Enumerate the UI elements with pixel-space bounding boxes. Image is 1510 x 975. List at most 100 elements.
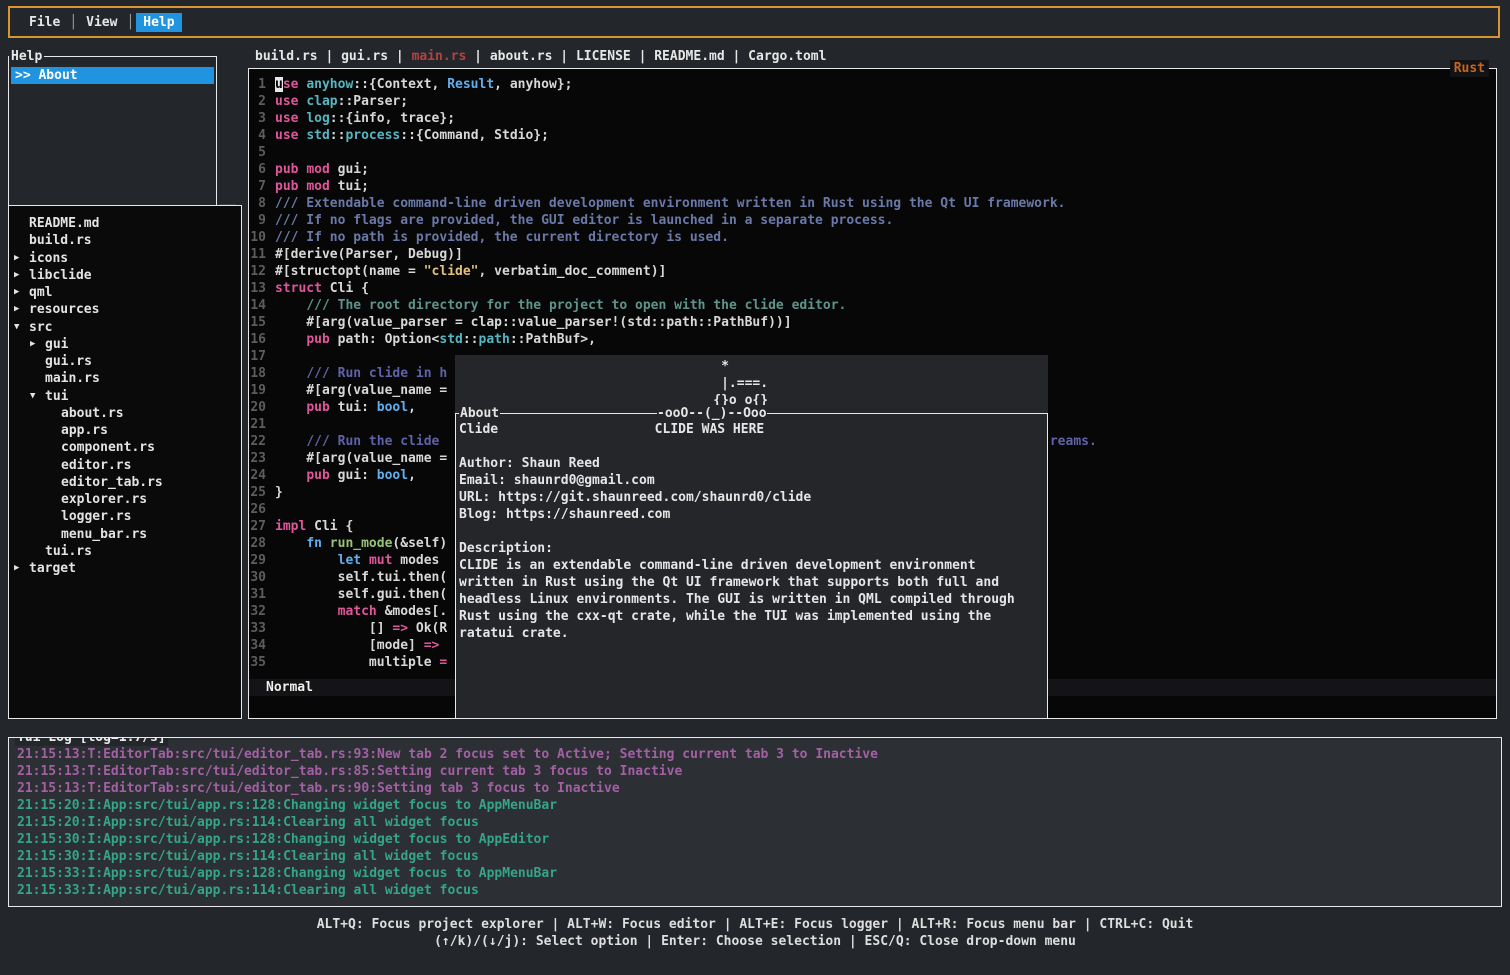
line-number: 27 — [250, 518, 266, 535]
editor-tab-cargo-toml[interactable]: Cargo.toml — [748, 49, 826, 64]
menu-separator: │ — [126, 14, 134, 31]
line-number: 8 — [250, 195, 266, 212]
code-token: /// The root directory for the project t… — [306, 298, 846, 313]
explorer-item-explorer-rs[interactable]: explorer.rs — [9, 491, 241, 508]
code-token: pub — [306, 400, 329, 415]
explorer-item-label: editor.rs — [61, 457, 131, 474]
chevron-collapsed-icon[interactable]: ▶ — [13, 267, 29, 284]
line-number: 30 — [250, 569, 266, 586]
code-token — [275, 468, 306, 483]
code-token — [275, 553, 338, 568]
line-number: 11 — [250, 246, 266, 263]
explorer-item-icons[interactable]: ▶icons — [9, 250, 241, 267]
code-token: => — [392, 621, 408, 636]
code-token: pub — [275, 162, 298, 177]
line-number: 15 — [250, 314, 266, 331]
explorer-item-build-rs[interactable]: build.rs — [9, 232, 241, 249]
line-number: 10 — [250, 229, 266, 246]
explorer-item-gui[interactable]: ▶gui — [9, 336, 241, 353]
line-number: 23 — [250, 450, 266, 467]
log-entry: 21:15:30:I:App:src/tui/app.rs:128:Changi… — [9, 831, 1501, 848]
explorer-item-libclide[interactable]: ▶libclide — [9, 267, 241, 284]
code-token: #[arg(value_parser = clap::value_parser!… — [275, 315, 792, 330]
explorer-item-label: app.rs — [61, 422, 108, 439]
menu-item-file[interactable]: File — [22, 13, 67, 32]
chevron-collapsed-icon[interactable]: ▶ — [13, 301, 29, 318]
explorer-item-about-rs[interactable]: about.rs — [9, 405, 241, 422]
editor-tab-gui-rs[interactable]: gui.rs — [341, 49, 388, 64]
line-number: 29 — [250, 552, 266, 569]
editor-tab-readme-md[interactable]: README.md — [654, 49, 724, 64]
code-line: 5 — [250, 144, 1097, 161]
code-line: 8/// Extendable command-line driven deve… — [250, 195, 1097, 212]
chevron-collapsed-icon[interactable]: ▶ — [13, 250, 29, 267]
menu-item-view[interactable]: View — [79, 13, 124, 32]
explorer-item-src[interactable]: ▼src — [9, 319, 241, 336]
explorer-item-main-rs[interactable]: main.rs — [9, 370, 241, 387]
explorer-item-target[interactable]: ▶target — [9, 560, 241, 577]
explorer-item-component-rs[interactable]: component.rs — [9, 439, 241, 456]
editor-tab-build-rs[interactable]: build.rs — [255, 49, 318, 64]
code-token — [275, 434, 306, 449]
chevron-collapsed-icon[interactable]: ▶ — [13, 560, 29, 577]
chevron-expanded-icon[interactable]: ▼ — [13, 319, 29, 336]
line-number: 14 — [250, 297, 266, 314]
explorer-item-tui[interactable]: ▼tui — [9, 388, 241, 405]
explorer-item-logger-rs[interactable]: logger.rs — [9, 508, 241, 525]
log-entry: 21:15:13:T:EditorTab:src/tui/editor_tab.… — [9, 746, 1501, 763]
explorer-item-label: about.rs — [61, 405, 124, 422]
code-token: use — [275, 94, 298, 109]
log-entry: 21:15:20:I:App:src/tui/app.rs:128:Changi… — [9, 797, 1501, 814]
code-token: Cli { — [306, 519, 353, 534]
code-line: 6pub mod gui; — [250, 161, 1097, 178]
editor-tab-license[interactable]: LICENSE — [576, 49, 631, 64]
explorer-item-app-rs[interactable]: app.rs — [9, 422, 241, 439]
tab-separator: | — [466, 49, 489, 64]
code-token: Cli { — [322, 281, 369, 296]
code-line: 14 /// The root directory for the projec… — [250, 297, 1097, 314]
editor-tab-about-rs[interactable]: about.rs — [490, 49, 553, 64]
menu-item-help[interactable]: Help — [136, 13, 181, 32]
code-token: mod — [306, 162, 329, 177]
code-token: impl — [275, 519, 306, 534]
code-line: 9/// If no flags are provided, the GUI e… — [250, 212, 1097, 229]
code-token: ::{info, trace}; — [330, 111, 455, 126]
explorer-item-gui-rs[interactable]: gui.rs — [9, 353, 241, 370]
code-token: , — [408, 400, 416, 415]
line-number: 3 — [250, 110, 266, 127]
chevron-expanded-icon[interactable]: ▼ — [29, 388, 45, 405]
code-token: ::Parser; — [338, 94, 408, 109]
explorer-item-editor-rs[interactable]: editor.rs — [9, 457, 241, 474]
code-token: ::{Command, Stdio}; — [400, 128, 549, 143]
code-token: ::PathBuf>, — [510, 332, 596, 347]
code-token: /// If no path is provided, the current … — [275, 230, 729, 245]
code-token — [275, 366, 306, 381]
code-token — [275, 298, 306, 313]
explorer-item-editor-tab-rs[interactable]: editor_tab.rs — [9, 474, 241, 491]
code-token: tui; — [330, 179, 369, 194]
tui-log-title: Tui Log [log=1.7/s] — [15, 737, 168, 746]
code-token: mod — [306, 179, 329, 194]
help-menu-item-about[interactable]: >> About — [11, 67, 214, 84]
chevron-collapsed-icon[interactable]: ▶ — [13, 284, 29, 301]
code-token: anyhow — [306, 77, 353, 92]
explorer-item-label: libclide — [29, 267, 92, 284]
explorer-item-resources[interactable]: ▶resources — [9, 301, 241, 318]
explorer-item-readme-md[interactable]: README.md — [9, 215, 241, 232]
code-token: struct — [275, 281, 322, 296]
explorer-item-menu-bar-rs[interactable]: menu_bar.rs — [9, 526, 241, 543]
explorer-item-qml[interactable]: ▶qml — [9, 284, 241, 301]
chevron-collapsed-icon[interactable]: ▶ — [29, 336, 45, 353]
explorer-item-tui-rs[interactable]: tui.rs — [9, 543, 241, 560]
code-line: 16 pub path: Option<std::path::PathBuf>, — [250, 331, 1097, 348]
code-token: run_mode — [330, 536, 393, 551]
code-line: 3use log::{info, trace}; — [250, 110, 1097, 127]
code-token: use — [275, 111, 298, 126]
editor-tab-main-rs[interactable]: main.rs — [412, 49, 467, 64]
about-popup-title: About — [459, 405, 500, 422]
code-token: = — [439, 655, 447, 670]
explorer-item-label: gui — [45, 336, 68, 353]
code-token: fn — [306, 536, 322, 551]
explorer-item-label: menu_bar.rs — [61, 526, 147, 543]
about-popup-content: Clide CLIDE WAS HERE Author: Shaun Reed … — [456, 414, 1047, 642]
